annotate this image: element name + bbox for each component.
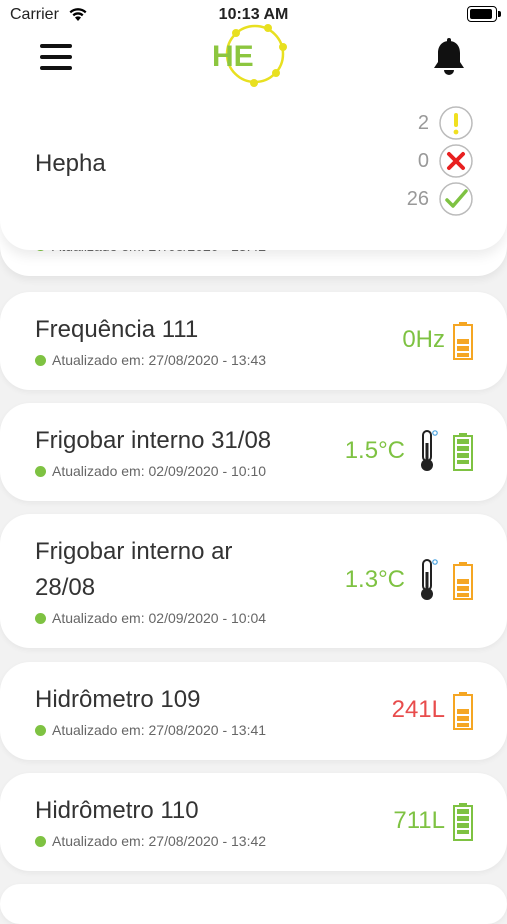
summary-card: Hepha 2 0 26 [0,92,507,250]
online-status-dot [35,612,46,624]
device-card[interactable]: Frigobar interno ar 28/08 Atualizado em:… [0,514,507,648]
device-value: 0Hz [402,326,445,353]
ok-count[interactable]: 26 [373,182,473,216]
device-card[interactable]: Hidrômetro 110 Atualizado em: 27/08/2020… [0,773,507,871]
notifications-bell-icon[interactable] [430,38,468,78]
device-card[interactable]: Hidrômetro 109 Atualizado em: 27/08/2020… [0,662,507,760]
warning-count[interactable]: 2 [373,106,473,140]
page-title: Hepha [35,150,106,177]
device-name: Frigobar interno 31/08 [35,427,272,454]
device-name: Hidrômetro 110 [35,797,199,824]
check-icon [439,182,473,216]
device-name: Hidrômetro 109 [35,686,201,713]
device-card[interactable]: Frigobar interno 31/08 Atualizado em: 02… [0,403,507,501]
svg-text:HE: HE [212,40,254,73]
device-name-line2: 28/08 [35,574,96,601]
error-count[interactable]: 0 [373,144,473,178]
warning-icon [439,106,473,140]
device-value: 241L [391,696,445,723]
battery-status-icon [467,6,501,22]
battery-medium-icon [453,692,473,730]
thermometer-icon [421,430,438,471]
navbar: HE [0,24,507,92]
battery-medium-icon [453,562,473,600]
update-timestamp: Atualizado em: 27/08/2020 - 13:42 [52,833,267,849]
update-timestamp: Atualizado em: 27/08/2020 - 13:41 [52,722,267,738]
battery-full-icon [453,803,473,841]
device-name: Frigobar interno ar [35,538,233,565]
device-value: 1.5°C [344,437,405,464]
update-timestamp: Atualizado em: 02/09/2020 - 10:04 [52,610,267,626]
error-x-icon [439,144,473,178]
update-timestamp: Atualizado em: 02/09/2020 - 10:10 [52,463,267,479]
update-timestamp: Atualizado em: 27/08/2020 - 13:43 [52,352,267,368]
device-card[interactable]: Frequência 111 Atualizado em: 27/08/2020… [0,292,507,390]
battery-medium-icon [453,322,473,360]
thermometer-icon [421,559,438,600]
online-status-dot [35,724,46,736]
device-value: 711L [393,807,445,834]
online-status-dot [35,835,46,847]
hamburger-menu-icon[interactable] [40,44,72,70]
device-name: Frequência 111 [35,316,199,343]
battery-full-icon [453,433,473,471]
device-card[interactable] [0,884,507,924]
app-logo: HE [212,24,287,87]
online-status-dot [35,354,46,366]
device-value: 1.3°C [344,566,405,593]
online-status-dot [35,465,46,477]
